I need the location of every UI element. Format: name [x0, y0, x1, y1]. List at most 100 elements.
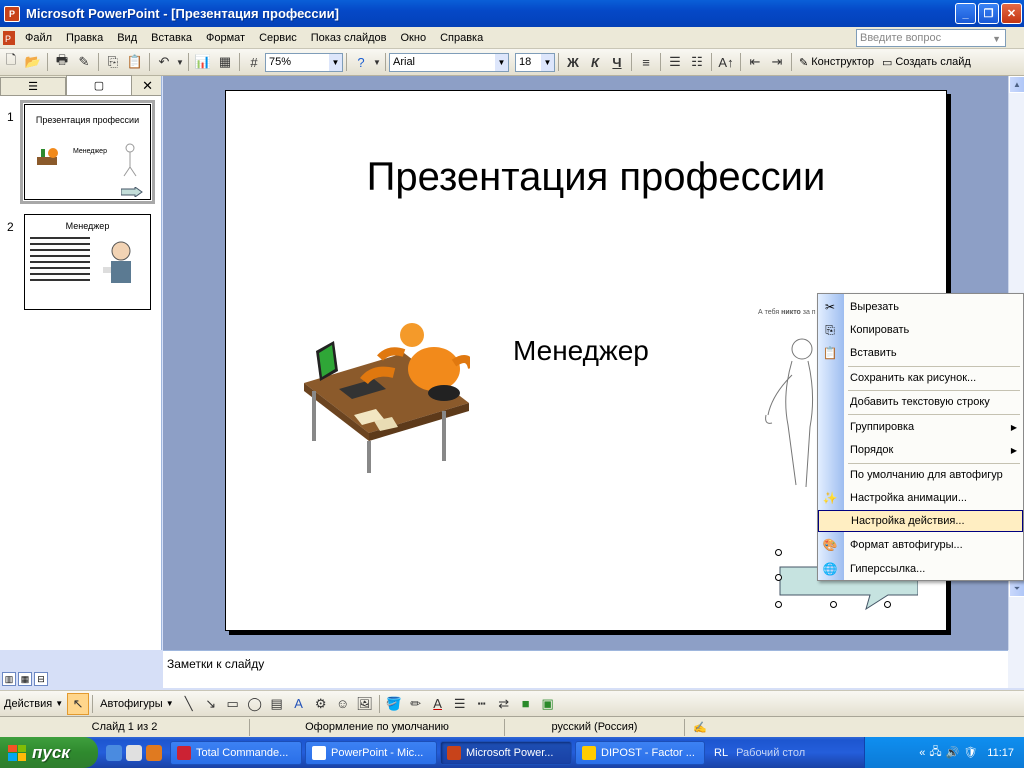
paste-toolbar-icon[interactable]: 📋 [124, 51, 146, 73]
close-button[interactable]: ✕ [1001, 3, 1022, 24]
menu-item-format-autoshape[interactable]: 🎨 Формат автофигуры... [818, 534, 1023, 556]
browser-icon[interactable] [146, 744, 162, 761]
undo-icon[interactable]: ↶ [153, 51, 175, 73]
slideshow-view-icon[interactable]: ⊟ [34, 672, 48, 686]
menu-item-paste[interactable]: 📋 Вставить [818, 342, 1023, 364]
desk-figure-image[interactable] [294, 323, 470, 483]
slide-thumbnail-2[interactable]: Менеджер [24, 214, 151, 310]
resize-handle[interactable] [775, 574, 782, 581]
textbox-icon[interactable]: ▤ [266, 693, 288, 715]
menu-tools[interactable]: Сервис [252, 32, 304, 44]
align-left-icon[interactable]: ≡ [635, 51, 657, 73]
scroll-up-icon[interactable]: ▲ [1009, 76, 1024, 93]
spellcheck-icon[interactable]: ✎ [73, 51, 95, 73]
slide-title[interactable]: Презентация профессии [306, 155, 886, 200]
new-icon[interactable]: 🗋 [0, 51, 22, 73]
arrow-tool-icon[interactable]: ↘ [200, 693, 222, 715]
show-desktop-icon[interactable] [106, 744, 122, 761]
menu-slideshow[interactable]: Показ слайдов [304, 32, 394, 44]
menu-item-add-text[interactable]: Добавить текстовую строку [818, 391, 1023, 413]
desktop-toolbar[interactable]: Рабочий стол [736, 747, 805, 759]
tray-expand-icon[interactable]: « [919, 747, 925, 759]
increase-font-icon[interactable]: A↑ [715, 51, 737, 73]
resize-handle[interactable] [775, 601, 782, 608]
menu-format[interactable]: Формат [199, 32, 252, 44]
undo-dropdown-icon[interactable]: ▼ [175, 51, 185, 73]
numbering-icon[interactable]: ☰ [664, 51, 686, 73]
help-dropdown-icon[interactable]: ▼ [372, 51, 382, 73]
language-indicator[interactable]: RL [714, 747, 728, 759]
bullets-icon[interactable]: ☷ [686, 51, 708, 73]
menu-insert[interactable]: Вставка [144, 32, 199, 44]
menu-item-cut[interactable]: ✂ Вырезать [818, 296, 1023, 318]
task-dipost[interactable]: DIPOST - Factor ... [575, 740, 705, 765]
menu-view[interactable]: Вид [110, 32, 144, 44]
font-size-select[interactable]: 18 ▼ [515, 52, 555, 72]
insert-table-icon[interactable]: ▦ [214, 51, 236, 73]
italic-button[interactable]: К [584, 51, 606, 73]
clipart-icon[interactable]: ☺ [332, 693, 354, 715]
line-color-icon[interactable]: ✏ [405, 693, 427, 715]
volume-icon[interactable]: 🔊 [946, 746, 960, 759]
start-button[interactable]: пуск [0, 737, 98, 768]
increase-indent-icon[interactable]: ⇥ [766, 51, 788, 73]
menu-item-grouping[interactable]: Группировка ▶ [818, 416, 1023, 438]
actions-button[interactable]: Действия ▼ [0, 698, 67, 710]
autoshapes-button[interactable]: Автофигуры ▼ [96, 698, 178, 710]
menu-item-copy[interactable]: ⎘ Копировать [818, 319, 1023, 341]
new-slide-button[interactable]: ▭ Создать слайд [878, 56, 975, 69]
oval-icon[interactable]: ◯ [244, 693, 266, 715]
3d-style-icon[interactable]: ▣ [537, 693, 559, 715]
print-icon[interactable]: 🖶 [51, 51, 73, 73]
spellcheck-status-icon[interactable]: ✍ [685, 719, 715, 736]
antivirus-icon[interactable]: 🛡 [963, 746, 977, 759]
task-powerpoint-1[interactable]: PowerPoint - Mic... [305, 740, 437, 765]
menu-item-custom-animation[interactable]: ✨ Настройка анимации... [818, 487, 1023, 509]
ask-question-input[interactable]: Введите вопрос ▼ [856, 29, 1006, 47]
sorter-view-icon[interactable]: ▦ [18, 672, 32, 686]
task-powerpoint-2[interactable]: Microsoft Power... [440, 740, 572, 765]
picture-icon[interactable]: 🖼 [354, 693, 376, 715]
chevron-down-icon[interactable]: ▼ [495, 53, 508, 71]
tab-outline[interactable]: ☰ [0, 77, 66, 95]
notes-pane[interactable]: Заметки к слайду [163, 650, 1008, 688]
font-select[interactable]: Arial ▼ [389, 52, 509, 72]
diagram-icon[interactable]: ⚙ [310, 693, 332, 715]
sketch-man-image[interactable] [762, 335, 818, 495]
menu-item-action-settings[interactable]: Настройка действия... [818, 510, 1023, 532]
resize-handle[interactable] [884, 601, 891, 608]
fill-color-icon[interactable]: 🪣 [383, 693, 405, 715]
menu-item-set-default[interactable]: По умолчанию для автофигур [818, 464, 1023, 486]
dash-style-icon[interactable]: ┅ [471, 693, 493, 715]
resize-handle[interactable] [830, 601, 837, 608]
line-style-icon[interactable]: ☰ [449, 693, 471, 715]
select-pointer-icon[interactable]: ↖ [67, 692, 90, 715]
network-icon[interactable]: 🖧 [929, 743, 941, 762]
chevron-down-icon[interactable]: ▼ [329, 53, 342, 71]
notes-scrollbar[interactable] [1008, 650, 1024, 688]
restore-button[interactable]: ❐ [978, 3, 999, 24]
rectangle-icon[interactable]: ▭ [222, 693, 244, 715]
normal-view-icon[interactable]: ▥ [2, 672, 16, 686]
underline-button[interactable]: Ч [606, 51, 628, 73]
chevron-down-icon[interactable]: ▼ [541, 53, 554, 71]
ask-dropdown-icon[interactable]: ▼ [992, 34, 1001, 44]
slide-thumbnail-1[interactable]: Презентация профессии Менеджер [20, 100, 155, 204]
resize-handle[interactable] [775, 549, 782, 556]
tab-slides[interactable]: ▢ [66, 75, 132, 95]
menu-item-save-as-picture[interactable]: Сохранить как рисунок... [818, 367, 1023, 389]
grid-icon[interactable]: # [243, 51, 265, 73]
explorer-icon[interactable] [126, 744, 142, 761]
next-slide-icon[interactable]: ⏷ [1009, 580, 1024, 597]
close-icon[interactable]: ✕ [142, 78, 153, 94]
copy-toolbar-icon[interactable]: ⎘ [102, 51, 124, 73]
designer-button[interactable]: ✎ Конструктор [795, 56, 878, 69]
slide-subtitle[interactable]: Менеджер [513, 335, 649, 367]
font-color-icon[interactable]: A [427, 693, 449, 715]
menu-edit[interactable]: Правка [59, 32, 110, 44]
line-icon[interactable]: ╲ [178, 693, 200, 715]
decrease-indent-icon[interactable]: ⇤ [744, 51, 766, 73]
clock[interactable]: 11:17 [987, 747, 1014, 759]
menu-window[interactable]: Окно [394, 32, 434, 44]
powerpoint-icon[interactable]: P [4, 5, 20, 22]
